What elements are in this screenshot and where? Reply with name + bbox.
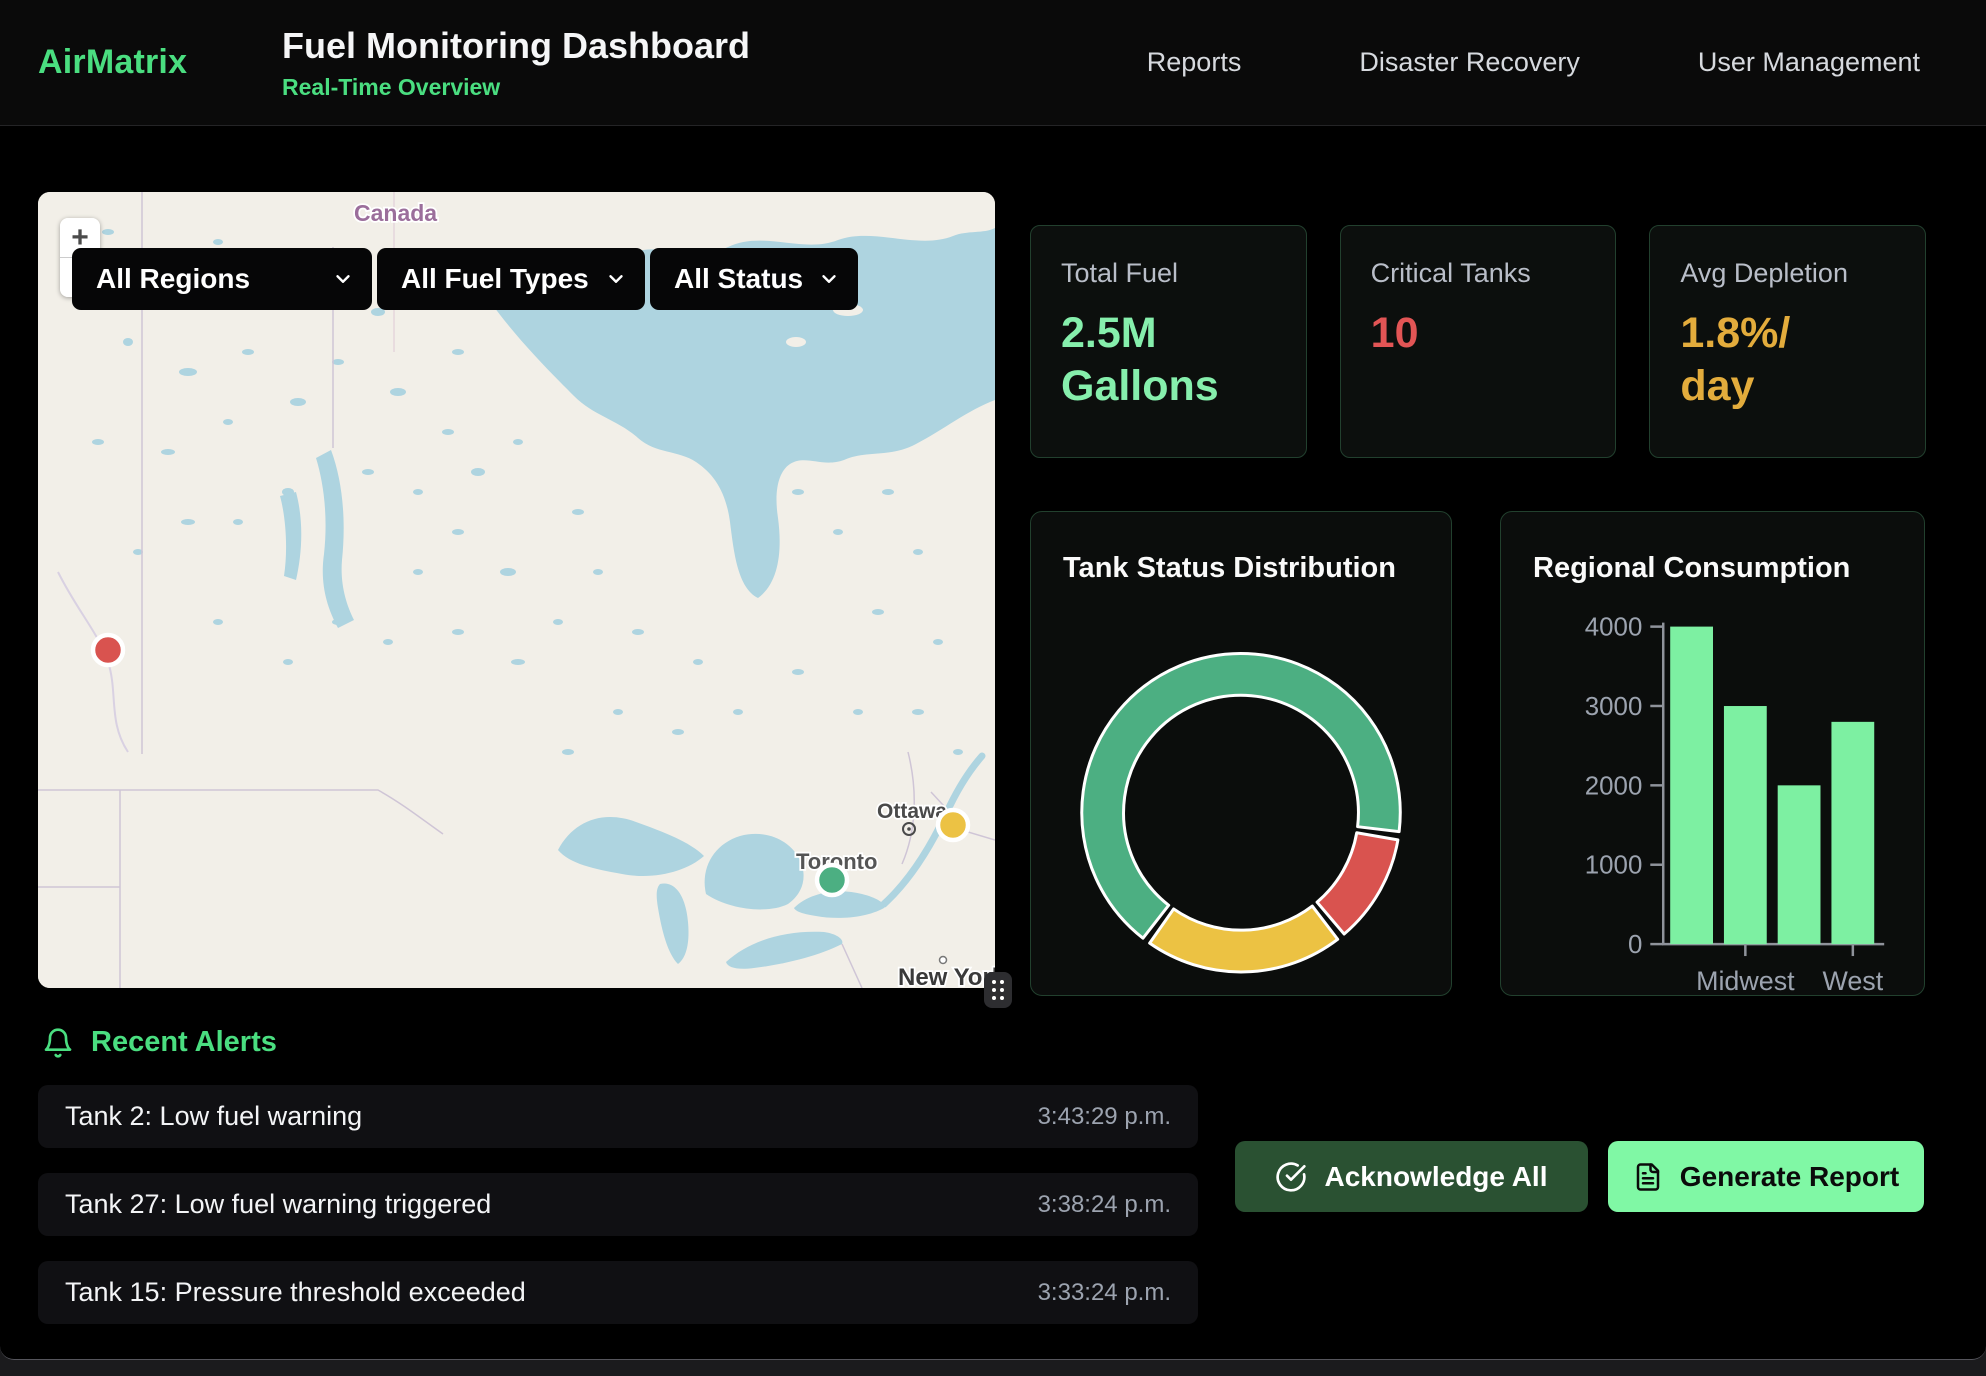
tank-marker-normal[interactable] — [817, 865, 847, 895]
bottom-scroll-track[interactable] — [0, 1360, 1986, 1376]
town-dot-icon — [907, 827, 911, 831]
chevron-down-icon — [605, 268, 627, 290]
svg-text:3000: 3000 — [1585, 693, 1643, 721]
alert-timestamp: 3:38:24 p.m. — [1038, 1191, 1171, 1219]
stat-card-critical-tanks: Critical Tanks 10 — [1340, 225, 1617, 458]
chart-title: Tank Status Distribution — [1063, 552, 1396, 585]
stat-label: Total Fuel — [1061, 258, 1276, 289]
stat-label: Avg Depletion — [1680, 258, 1895, 289]
alert-row: Tank 2: Low fuel warning 3:43:29 p.m. — [38, 1085, 1198, 1148]
chevron-down-icon — [332, 268, 354, 290]
nav-item-reports[interactable]: Reports — [1147, 47, 1242, 78]
svg-text:0: 0 — [1628, 931, 1642, 959]
alerts-header: Recent Alerts — [42, 1026, 277, 1059]
stat-value: 2.5M Gallons — [1061, 307, 1276, 414]
main-nav: Reports Disaster Recovery User Managemen… — [1147, 47, 1986, 78]
page-subtitle: Real-Time Overview — [282, 74, 750, 101]
alert-text: Tank 15: Pressure threshold exceeded — [65, 1277, 526, 1308]
stat-card-avg-depletion: Avg Depletion 1.8%/ day — [1649, 225, 1926, 458]
map-resize-handle[interactable] — [984, 972, 1012, 1008]
regional-consumption-chart-card: Regional Consumption 0 1000 2000 3000 4000 Mi… — [1500, 511, 1925, 996]
bell-icon — [42, 1027, 74, 1059]
dashboard-root: AirMatrix Fuel Monitoring Dashboard Real… — [0, 0, 1986, 1360]
bar-2 — [1778, 785, 1821, 944]
generate-report-button[interactable]: Generate Report — [1608, 1141, 1924, 1212]
acknowledge-all-button[interactable]: Acknowledge All — [1235, 1141, 1588, 1212]
bar-1 — [1724, 706, 1767, 944]
check-circle-icon — [1275, 1161, 1307, 1193]
map-label-canada: Canada — [354, 200, 437, 226]
region-filter-select[interactable]: All Regions — [72, 248, 372, 310]
status-filter-select[interactable]: All Status — [650, 248, 858, 310]
alerts-title: Recent Alerts — [91, 1026, 277, 1059]
fuel-type-filter-value: All Fuel Types — [401, 263, 589, 295]
tank-marker-warning[interactable] — [938, 810, 968, 840]
alert-timestamp: 3:43:29 p.m. — [1038, 1103, 1171, 1131]
map-panel: Canada Ottawa Toronto New York + − All R… — [38, 192, 995, 988]
bar-3 — [1831, 722, 1874, 944]
svg-text:4000: 4000 — [1585, 614, 1643, 642]
town-dot-icon — [940, 957, 947, 964]
stat-cards: Total Fuel 2.5M Gallons Critical Tanks 1… — [1030, 225, 1926, 458]
tank-status-chart-card: Tank Status Distribution — [1030, 511, 1452, 996]
status-filter-value: All Status — [674, 263, 803, 295]
page-title: Fuel Monitoring Dashboard — [282, 25, 750, 67]
drag-dots-icon — [990, 978, 1006, 1002]
alert-text: Tank 27: Low fuel warning triggered — [65, 1189, 491, 1220]
alert-row: Tank 27: Low fuel warning triggered 3:38… — [38, 1173, 1198, 1236]
stat-value: 1.8%/ day — [1680, 307, 1895, 414]
alert-timestamp: 3:33:24 p.m. — [1038, 1279, 1171, 1307]
stat-value: 10 — [1371, 307, 1586, 360]
map-label-new-york: New York — [898, 964, 995, 988]
file-text-icon — [1633, 1162, 1663, 1192]
app-header: AirMatrix Fuel Monitoring Dashboard Real… — [0, 0, 1986, 126]
svg-text:Midwest: Midwest — [1696, 966, 1795, 995]
acknowledge-all-label: Acknowledge All — [1324, 1161, 1547, 1193]
fuel-type-filter-select[interactable]: All Fuel Types — [377, 248, 645, 310]
map-canvas[interactable]: Canada Ottawa Toronto New York — [38, 192, 995, 988]
nav-item-disaster-recovery[interactable]: Disaster Recovery — [1359, 47, 1580, 78]
nav-item-user-management[interactable]: User Management — [1698, 47, 1920, 78]
map-filter-bar: All Regions All Fuel Types All Status — [72, 248, 858, 310]
tank-marker-critical[interactable] — [93, 635, 123, 665]
svg-text:1000: 1000 — [1585, 852, 1643, 880]
alert-text: Tank 2: Low fuel warning — [65, 1101, 362, 1132]
title-block: Fuel Monitoring Dashboard Real-Time Over… — [282, 25, 750, 101]
svg-text:2000: 2000 — [1585, 772, 1643, 800]
alert-row: Tank 15: Pressure threshold exceeded 3:3… — [38, 1261, 1198, 1324]
brand-logo[interactable]: AirMatrix — [38, 43, 244, 82]
chart-title: Regional Consumption — [1533, 552, 1850, 585]
donut-segment-critical — [1317, 833, 1398, 934]
chevron-down-icon — [818, 268, 840, 290]
region-filter-value: All Regions — [96, 263, 250, 295]
donut-segment-warning — [1150, 906, 1338, 972]
bar-0 — [1670, 627, 1713, 944]
generate-report-label: Generate Report — [1680, 1161, 1899, 1193]
stat-label: Critical Tanks — [1371, 258, 1586, 289]
stat-card-total-fuel: Total Fuel 2.5M Gallons — [1030, 225, 1307, 458]
svg-text:West: West — [1822, 966, 1883, 995]
